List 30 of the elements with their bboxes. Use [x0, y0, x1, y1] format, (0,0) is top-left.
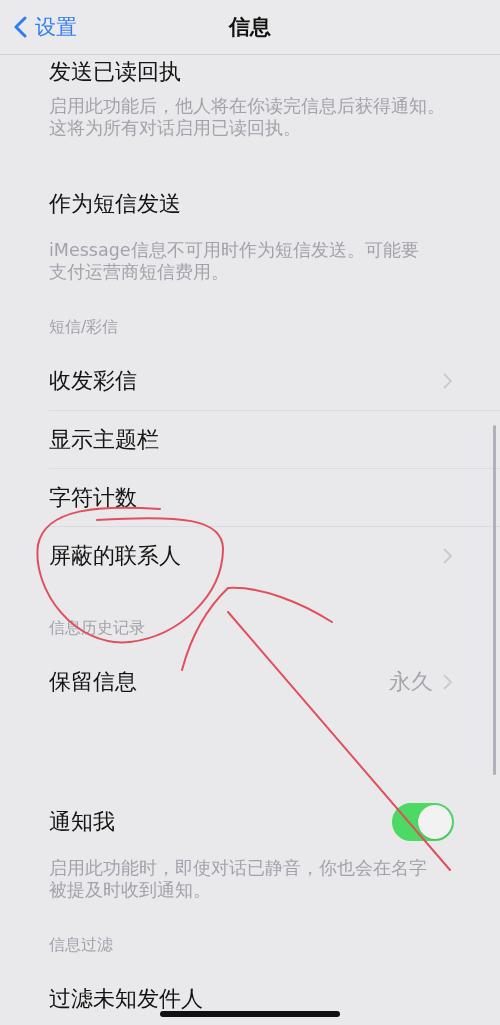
- nav-title: 信息: [229, 14, 271, 41]
- row-label: 过滤未知发件人: [49, 985, 204, 1013]
- settings-row[interactable]: 收发彩信: [49, 352, 500, 410]
- row-label: 作为短信发送: [49, 190, 182, 218]
- footnote-line: 这将为所有对话启用已读回执。: [49, 117, 301, 139]
- footnote-line: 支付运营商短信费用。: [49, 261, 229, 283]
- back-chevron-icon: [14, 16, 27, 38]
- row-label: 字符计数: [49, 483, 138, 512]
- row-label: 保留信息: [49, 668, 138, 696]
- row-label: 通知我: [49, 808, 116, 836]
- settings-row[interactable]: 过滤未知发件人: [49, 970, 500, 1025]
- settings-row[interactable]: 通知我: [49, 793, 500, 851]
- section-header: 信息过滤: [48, 934, 114, 956]
- row-label: 发送已读回执: [49, 58, 182, 86]
- toggle-switch[interactable]: [392, 803, 454, 841]
- footnote-line: iMessage信息不可用时作为短信发送。可能要: [49, 239, 419, 261]
- footnote-line: 启用此功能后，他人将在你读完信息后获得通知。: [49, 95, 445, 117]
- row-label: 显示主题栏: [49, 425, 160, 454]
- settings-row[interactable]: 作为短信发送: [49, 175, 500, 233]
- row-value: 永久: [389, 668, 433, 696]
- row-label: 收发彩信: [49, 367, 138, 395]
- footnote-line: 被提及时收到通知。: [49, 879, 211, 901]
- settings-row[interactable]: 保留信息 永久: [49, 653, 500, 711]
- chevron-icon: [443, 547, 452, 564]
- chevron-icon: [443, 674, 452, 690]
- footnote-line: 启用此功能时，即使对话已静音，你也会在名字: [49, 857, 427, 879]
- row-label: 屏蔽的联系人: [49, 541, 182, 570]
- chevron-icon: [443, 373, 452, 389]
- settings-row[interactable]: 发送已读回执: [49, 55, 500, 89]
- section-header: 短信/彩信: [48, 316, 120, 338]
